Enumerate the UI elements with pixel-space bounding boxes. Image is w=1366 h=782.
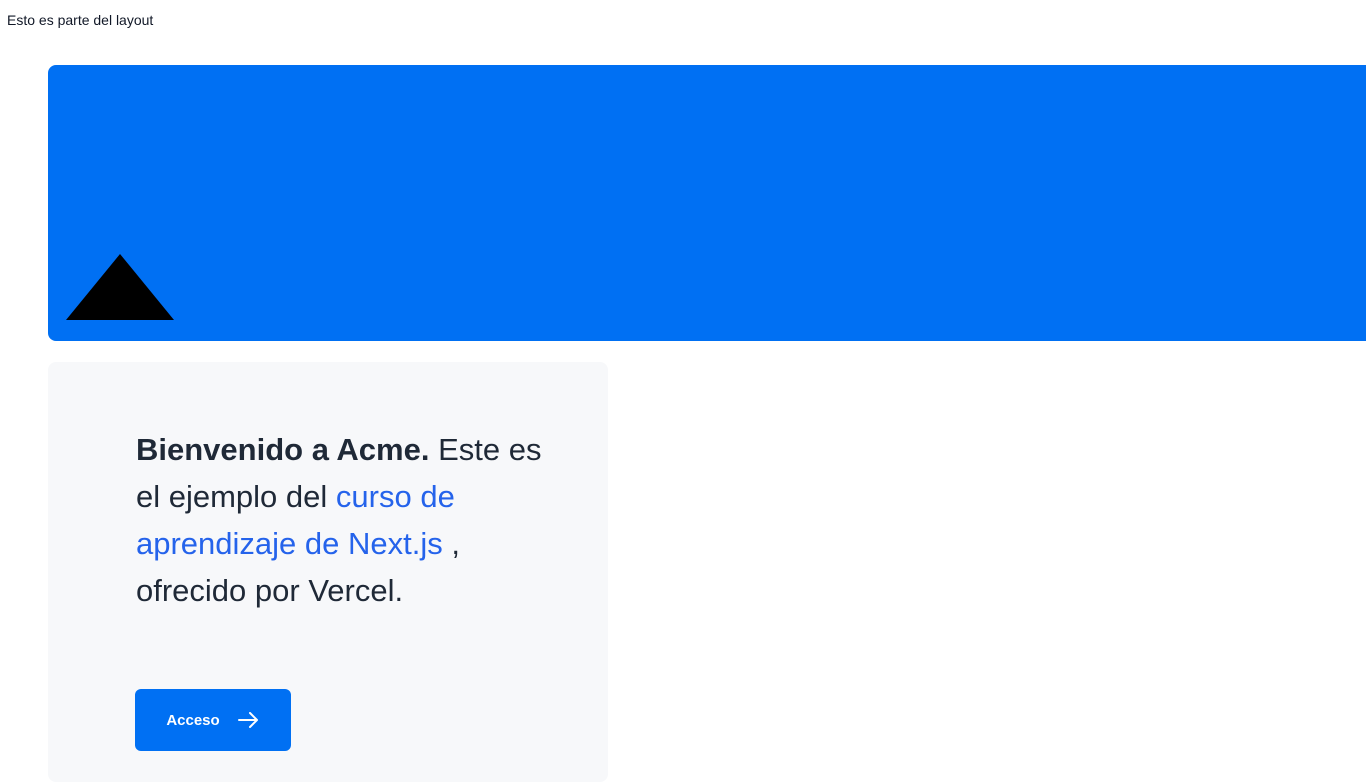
welcome-message: Bienvenido a Acme. Este es el ejemplo de…: [136, 426, 546, 614]
layout-note: Esto es parte del layout: [7, 12, 154, 28]
arrow-right-icon: [237, 712, 258, 728]
hero-banner: [48, 65, 1366, 341]
access-button[interactable]: Acceso: [135, 689, 291, 751]
welcome-title: Bienvenido a Acme.: [136, 432, 430, 467]
triangle-logo-icon: [66, 254, 174, 320]
welcome-card: Bienvenido a Acme. Este es el ejemplo de…: [48, 362, 608, 782]
access-button-label: Acceso: [166, 711, 220, 729]
